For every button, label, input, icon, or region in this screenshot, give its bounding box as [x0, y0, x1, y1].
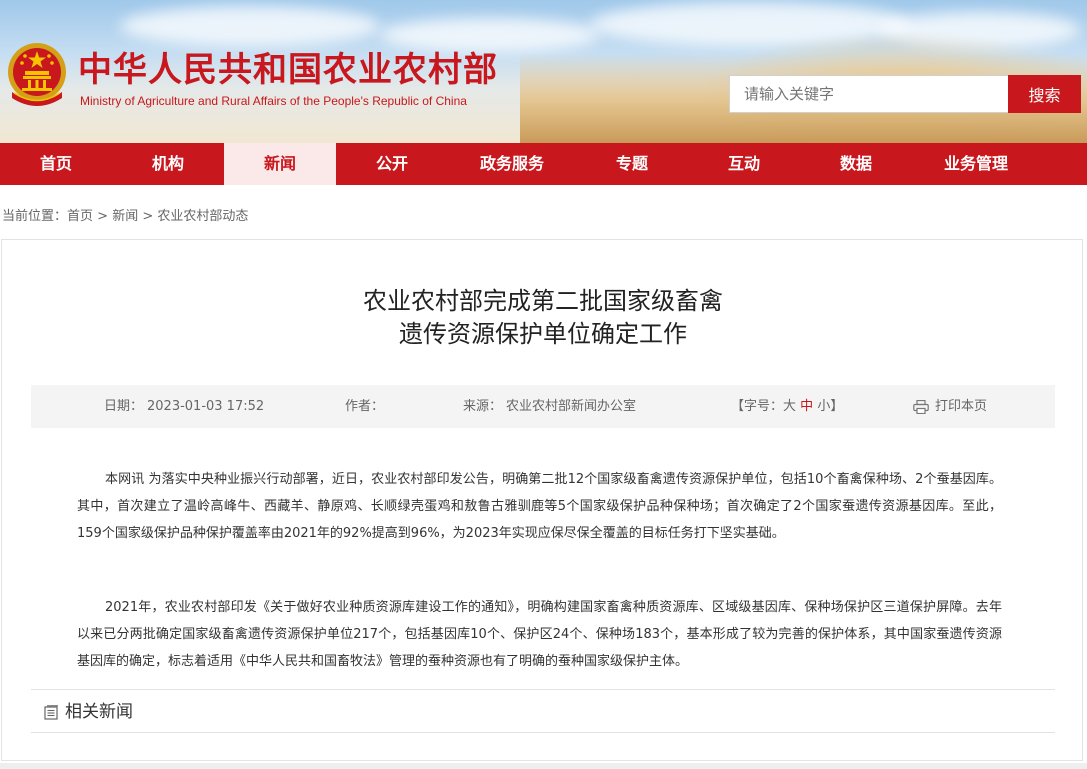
breadcrumb-ministry-news[interactable]: 农业农村部动态	[157, 209, 248, 224]
related-divider-bottom	[31, 732, 1055, 733]
national-emblem-icon[interactable]	[4, 40, 70, 110]
nav-item-data[interactable]: 数据	[800, 143, 912, 185]
nav-item-news[interactable]: 新闻	[224, 143, 336, 185]
header-cloud	[120, 6, 380, 46]
article-title-line1: 农业农村部完成第二批国家级畜禽	[363, 287, 723, 315]
search-input[interactable]	[729, 75, 1009, 113]
related-news-heading[interactable]: 相关新闻	[44, 699, 133, 725]
article-paragraph: 2021年，农业农村部印发《关于做好农业种质资源库建设工作的通知》，明确构建国家…	[77, 600, 1002, 669]
font-size-medium[interactable]: 中	[800, 399, 813, 414]
site-header: 中华人民共和国农业农村部 Ministry of Agriculture and…	[0, 0, 1087, 143]
author-label: 作者：	[345, 399, 385, 414]
font-size-small[interactable]: 小	[817, 399, 830, 414]
nav-item-home[interactable]: 首页	[0, 143, 112, 185]
breadcrumb-news[interactable]: 新闻	[112, 209, 138, 224]
main-nav: 首页 机构 新闻 公开 政务服务 专题 互动 数据 业务管理	[0, 143, 1087, 185]
source-value: 农业农村部新闻办公室	[506, 399, 637, 414]
nav-item-organization[interactable]: 机构	[112, 143, 224, 185]
article-panel: 农业农村部完成第二批国家级畜禽 遗传资源保护单位确定工作 日期： 2023-01…	[1, 239, 1083, 761]
breadcrumb: 当前位置：首页 > 新闻 > 农业农村部动态	[0, 185, 1087, 241]
breadcrumb-separator: >	[97, 209, 109, 224]
print-button[interactable]: 打印本页	[913, 385, 987, 428]
site-title[interactable]: 中华人民共和国农业农村部	[78, 42, 498, 91]
related-divider-top	[31, 689, 1055, 690]
date-value: 2023-01-03 17:52	[147, 399, 265, 414]
related-news-title: 相关新闻	[65, 702, 133, 722]
font-size-label: 【字号：	[731, 399, 784, 414]
breadcrumb-home[interactable]: 首页	[67, 209, 93, 224]
article-paragraph: 本网讯 为落实中央种业振兴行动部署，近日，农业农村部印发公告，明确第二批12个国…	[77, 472, 1002, 541]
nav-item-business-management[interactable]: 业务管理	[912, 143, 1040, 185]
breadcrumb-prefix: 当前位置：	[2, 209, 68, 224]
font-size-control: 【字号：大 中 小】	[731, 385, 843, 428]
search-button[interactable]: 搜索	[1008, 75, 1081, 113]
article-meta-bar: 日期： 2023-01-03 17:52 作者： 来源： 农业农村部新闻办公室 …	[31, 385, 1055, 428]
font-size-large[interactable]: 大	[783, 399, 796, 414]
nav-item-topics[interactable]: 专题	[576, 143, 688, 185]
nav-item-interaction[interactable]: 互动	[688, 143, 800, 185]
article-title-line2: 遗传资源保护单位确定工作	[399, 320, 687, 348]
breadcrumb-separator: >	[142, 209, 154, 224]
print-label: 打印本页	[935, 399, 988, 414]
nav-item-public[interactable]: 公开	[336, 143, 448, 185]
document-list-icon	[44, 704, 58, 720]
source-label: 来源：	[463, 399, 503, 414]
nav-item-government-services[interactable]: 政务服务	[448, 143, 576, 185]
page-bottom-strip	[0, 763, 1087, 769]
site-subtitle: Ministry of Agriculture and Rural Affair…	[80, 94, 467, 108]
printer-icon	[913, 399, 929, 414]
font-size-close: 】	[830, 399, 844, 414]
date-label: 日期：	[104, 399, 144, 414]
